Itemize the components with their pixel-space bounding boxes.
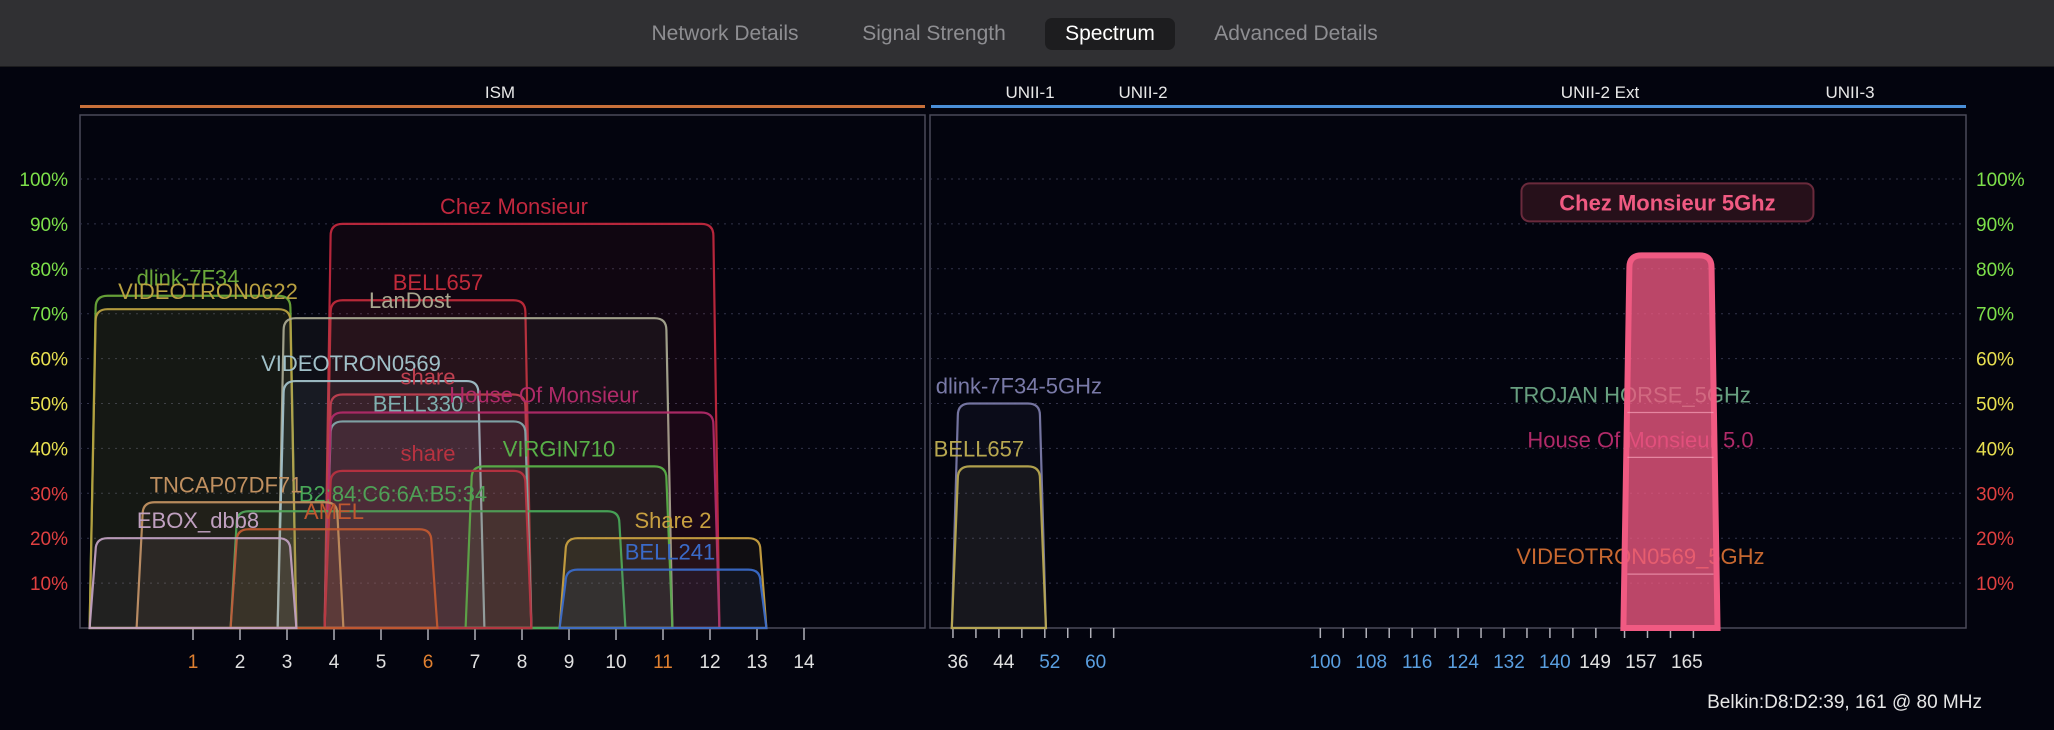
y-tick-label-right: 70% — [1976, 305, 2014, 326]
tab-signal-strength[interactable]: Signal Strength — [843, 18, 1025, 50]
network-label: BELL657 — [934, 436, 1025, 461]
channel-label-5ghz: 132 — [1493, 652, 1525, 673]
channel-label-5ghz: 140 — [1539, 652, 1571, 673]
band-label: ISM — [485, 83, 515, 102]
y-tick-label-left: 100% — [19, 170, 68, 191]
y-tick-label-right: 50% — [1976, 395, 2014, 416]
tab-advanced-details[interactable]: Advanced Details — [1195, 18, 1397, 50]
y-tick-label-left: 20% — [30, 529, 68, 550]
y-tick-label-right: 100% — [1976, 170, 2025, 191]
channel-label-24ghz: 6 — [423, 652, 434, 673]
channel-label-24ghz: 3 — [282, 652, 293, 673]
channel-label-5ghz: 108 — [1355, 652, 1387, 673]
network-label: AMEL — [304, 499, 364, 524]
band-bar-unii — [931, 105, 1966, 108]
network-label: House Of Monsieur — [449, 382, 639, 407]
network-label: share — [400, 441, 455, 466]
channel-label-24ghz: 12 — [699, 652, 720, 673]
y-tick-label-left: 80% — [30, 260, 68, 281]
selected-network-summary: Belkin:D8:D2:39, 161 @ 80 MHz — [1707, 692, 1982, 713]
channel-label-5ghz: 100 — [1309, 652, 1341, 673]
y-tick-label-right: 40% — [1976, 439, 2014, 460]
channel-label-5ghz: 44 — [993, 652, 1015, 673]
tab-spectrum[interactable]: Spectrum — [1045, 18, 1175, 50]
y-tick-label-left: 90% — [30, 215, 68, 236]
network-signal-shape — [1620, 252, 1721, 631]
channel-label-24ghz: 2 — [235, 652, 246, 673]
y-tick-label-right: 30% — [1976, 484, 2014, 505]
y-tick-label-right: 20% — [1976, 529, 2014, 550]
y-tick-label-left: 40% — [30, 439, 68, 460]
channel-label-5ghz: 116 — [1402, 652, 1432, 673]
y-tick-label-left: 60% — [30, 350, 68, 371]
selected-network-label: Chez Monsieur 5Ghz — [1559, 190, 1775, 215]
spectrum-chart: 10% 10% 20% 20% 30% 30% 40% 40% 50% 50% 60% 60% 70% 7… — [19, 83, 2025, 673]
channel-label-5ghz: 36 — [947, 652, 968, 673]
band-label: UNII-1 — [1005, 83, 1054, 102]
network-label: VIDEOTRON0622 — [118, 279, 298, 304]
network-label: TNCAP07DF71 — [150, 472, 303, 497]
y-tick-label-right: 90% — [1976, 215, 2014, 236]
y-tick-label-left: 50% — [30, 395, 68, 416]
y-tick-label-left: 30% — [30, 484, 68, 505]
channel-label-24ghz: 7 — [470, 652, 481, 673]
band-label: UNII-3 — [1825, 83, 1874, 102]
network-label: EBOX_dbb8 — [137, 508, 259, 533]
channel-label-24ghz: 10 — [605, 652, 626, 673]
band-bar-ism — [80, 105, 925, 108]
y-tick-label-right: 60% — [1976, 350, 2014, 371]
channel-label-24ghz: 4 — [329, 652, 340, 673]
channel-label-5ghz: 149 — [1579, 652, 1611, 673]
network-signal-shape — [950, 465, 1048, 630]
channel-label-24ghz: 13 — [746, 652, 767, 673]
network-signal-shape — [558, 568, 768, 630]
network-label: dlink-7F34-5GHz — [936, 374, 1102, 399]
band-label: UNII-2 Ext — [1561, 83, 1640, 102]
y-tick-label-left: 10% — [30, 574, 68, 595]
channel-label-24ghz: 11 — [653, 652, 673, 673]
channel-label-5ghz: 60 — [1085, 652, 1106, 673]
y-tick-label-right: 10% — [1976, 574, 2014, 595]
network-label: Share 2 — [634, 508, 711, 533]
channel-label-24ghz: 1 — [188, 652, 199, 673]
network-label: BELL241 — [625, 540, 716, 565]
network-label: LanDost — [369, 288, 451, 313]
network-label: share — [400, 365, 455, 390]
channel-label-24ghz: 14 — [793, 652, 815, 673]
network-signal-shape — [88, 537, 298, 630]
channel-label-24ghz: 9 — [564, 652, 575, 673]
channel-label-5ghz: 52 — [1039, 652, 1060, 673]
tab-network-details[interactable]: Network Details — [627, 18, 823, 50]
channel-label-24ghz: 8 — [517, 652, 528, 673]
channel-label-5ghz: 124 — [1447, 652, 1479, 673]
band-label: UNII-2 — [1118, 83, 1167, 102]
y-tick-label-right: 80% — [1976, 260, 2014, 281]
y-tick-label-left: 70% — [30, 305, 68, 326]
network-label: VIRGIN710 — [503, 436, 616, 461]
channel-label-5ghz: 165 — [1671, 652, 1703, 673]
tab-bar: Network Details Signal Strength Spectrum… — [0, 0, 2054, 67]
channel-label-5ghz: 157 — [1625, 652, 1657, 673]
network-label: Chez Monsieur — [440, 194, 588, 219]
channel-label-24ghz: 5 — [376, 652, 387, 673]
